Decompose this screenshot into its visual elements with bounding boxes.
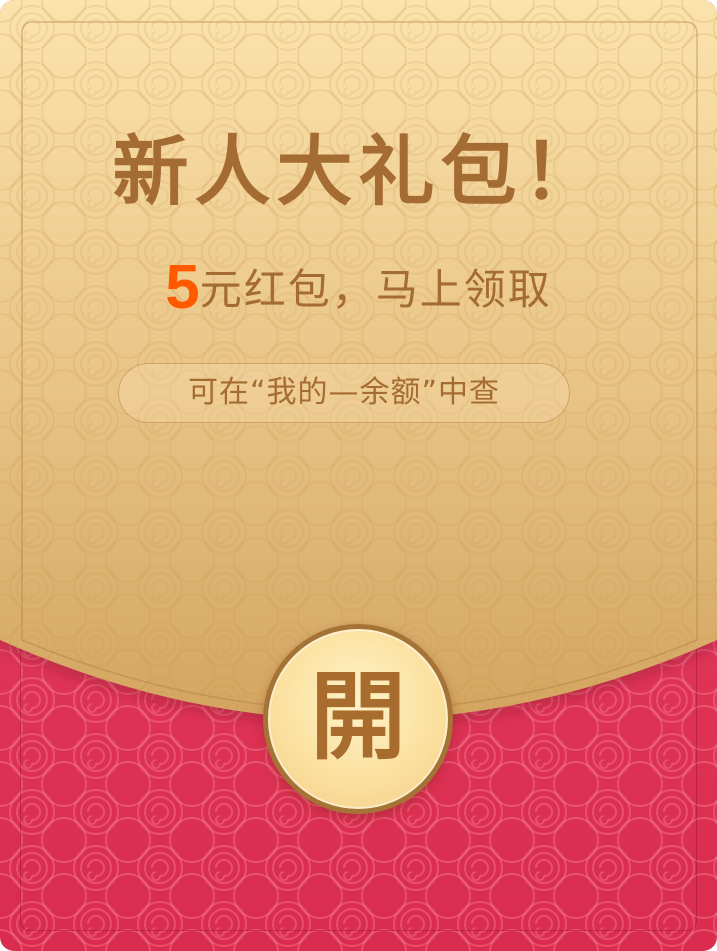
packet-subtitle: 5元红包，马上领取 <box>0 252 717 323</box>
packet-subtitle-text: 元红包，马上领取 <box>199 265 552 314</box>
red-packet-card: 新人大礼包！ 5元红包，马上领取 可在“我的—余额”中查 開 <box>0 0 717 951</box>
open-button[interactable]: 開 <box>263 624 453 814</box>
balance-hint-pill: 可在“我的—余额”中查 <box>118 363 570 423</box>
open-button-label: 開 <box>310 661 406 773</box>
packet-title: 新人大礼包！ <box>112 127 605 216</box>
packet-amount: 5 <box>165 253 200 322</box>
